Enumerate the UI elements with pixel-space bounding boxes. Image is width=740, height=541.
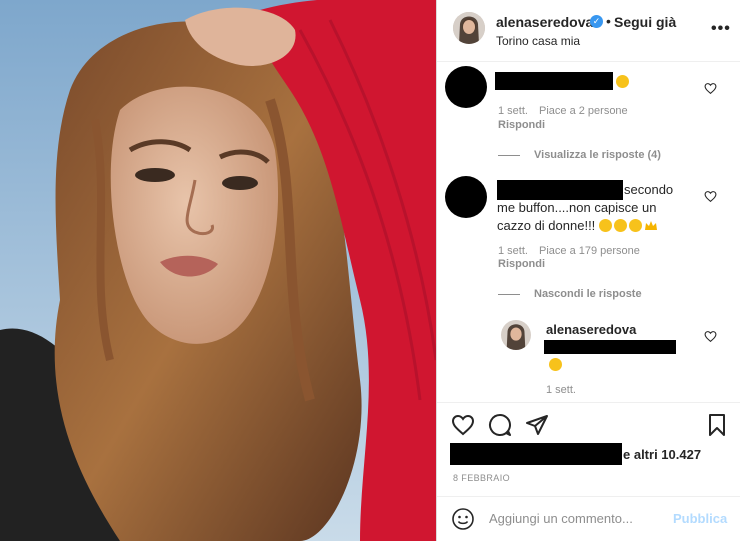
comment-time[interactable]: 1 sett. bbox=[498, 245, 528, 257]
selfie-image bbox=[0, 0, 436, 541]
heart-eyes-emoji-icon bbox=[616, 75, 629, 88]
post-date[interactable]: 8 FEBBRAIO bbox=[453, 473, 510, 483]
like-heart-icon[interactable] bbox=[451, 413, 475, 437]
reply-author-avatar[interactable] bbox=[501, 320, 531, 350]
author-username[interactable]: alenaseredova bbox=[496, 14, 593, 30]
post-photo[interactable] bbox=[0, 0, 436, 541]
comment-text: secondo me buffon....non capisce un cazz… bbox=[497, 181, 687, 235]
more-options-icon[interactable]: ••• bbox=[711, 20, 731, 38]
separator-dot: • bbox=[606, 13, 611, 29]
reply-button[interactable]: Rispondi bbox=[498, 119, 545, 131]
reply-author-username[interactable]: alenaseredova bbox=[546, 321, 636, 339]
like-comment-heart-icon[interactable] bbox=[704, 82, 717, 95]
post-header: alenaseredova ✓ • Segui già Torino casa … bbox=[437, 0, 740, 62]
woozy-emoji-icon bbox=[613, 219, 627, 232]
comment-input[interactable]: Aggiungi un commento... bbox=[489, 511, 633, 526]
comments-list[interactable]: 1 sett. Piace a 2 persone Rispondi Visua… bbox=[437, 62, 740, 402]
likes-count[interactable]: e altri 10.427 bbox=[623, 447, 701, 462]
woozy-emoji-icon bbox=[628, 219, 642, 232]
comment-time[interactable]: 1 sett. bbox=[498, 105, 528, 117]
commenter-avatar[interactable] bbox=[445, 66, 487, 108]
reply-button[interactable]: Rispondi bbox=[498, 258, 545, 270]
like-comment-heart-icon[interactable] bbox=[704, 190, 717, 203]
crown-emoji-icon bbox=[644, 221, 657, 230]
post-sidebar: alenaseredova ✓ • Segui già Torino casa … bbox=[436, 0, 740, 541]
redacted-mention bbox=[544, 340, 676, 354]
view-replies-label: Visualizza le risposte (4) bbox=[534, 149, 661, 161]
share-paper-plane-icon[interactable] bbox=[525, 413, 549, 437]
hide-replies-label: Nascondi le risposte bbox=[534, 288, 642, 300]
woozy-emoji-icon bbox=[598, 219, 612, 232]
publish-button[interactable]: Pubblica bbox=[673, 511, 727, 526]
view-replies-toggle[interactable]: Visualizza le risposte (4) bbox=[498, 149, 661, 161]
blush-emoji-icon bbox=[549, 358, 562, 371]
like-comment-heart-icon[interactable] bbox=[704, 330, 717, 343]
verified-badge-icon: ✓ bbox=[590, 15, 603, 28]
hide-replies-toggle[interactable]: Nascondi le risposte bbox=[498, 288, 642, 300]
commenter-avatar[interactable] bbox=[445, 176, 487, 218]
comment-bubble-icon[interactable] bbox=[488, 413, 512, 437]
redacted-liker-name bbox=[450, 443, 622, 465]
save-bookmark-icon[interactable] bbox=[705, 413, 729, 437]
reply-time[interactable]: 1 sett. bbox=[546, 384, 576, 396]
comment-likes[interactable]: Piace a 179 persone bbox=[539, 245, 640, 257]
location-link[interactable]: Torino casa mia bbox=[496, 34, 580, 48]
emoji-smiley-icon[interactable] bbox=[451, 507, 475, 531]
post-actions: e altri 10.427 8 FEBBRAIO bbox=[437, 402, 740, 502]
author-avatar[interactable] bbox=[453, 12, 485, 44]
follow-button[interactable]: Segui già bbox=[614, 14, 676, 30]
redacted-username bbox=[495, 72, 613, 90]
add-comment-bar: Aggiungi un commento... Pubblica bbox=[437, 496, 740, 541]
comment-likes[interactable]: Piace a 2 persone bbox=[539, 105, 628, 117]
